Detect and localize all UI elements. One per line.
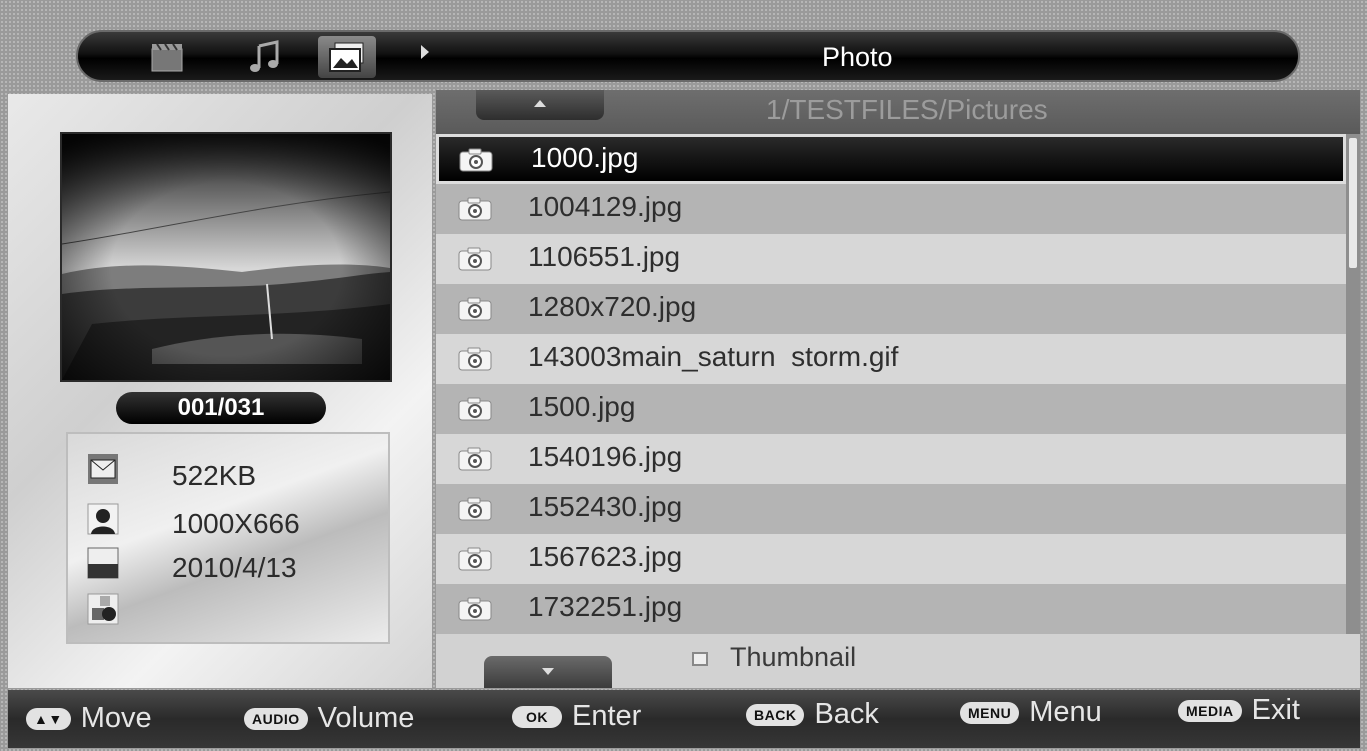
hint-menu: MENU Menu — [960, 696, 1102, 729]
list-bottom-bar: Thumbnail — [436, 634, 1360, 688]
scroll-down-button[interactable] — [484, 656, 612, 688]
menu-key-badge: MENU — [960, 701, 1020, 724]
audio-key-badge: AUDIO — [244, 707, 308, 730]
date-icon — [87, 547, 119, 579]
tab-arrow-right-icon — [421, 45, 429, 59]
photo-preview — [60, 132, 392, 382]
file-name: 1540196.jpg — [528, 441, 683, 472]
hint-volume: AUDIO Volume — [244, 702, 414, 735]
picture-icon — [329, 42, 364, 72]
ok-key-badge: OK — [512, 705, 562, 728]
photo-counter: 001/031 — [116, 392, 326, 424]
file-row[interactable]: 1540196.jpg — [436, 434, 1346, 484]
file-row[interactable]: 1732251.jpg — [436, 584, 1346, 634]
resolution-text: 1000X666 — [172, 508, 300, 539]
thumbnail-label: Thumbnail — [730, 642, 857, 672]
preview-image — [61, 134, 391, 380]
hint-exit: MEDIA Exit — [1178, 694, 1300, 727]
camera-icon — [458, 497, 492, 521]
file-size-icon — [88, 454, 118, 484]
movie-tab[interactable] — [138, 36, 196, 78]
file-row[interactable]: 1552430.jpg — [436, 484, 1346, 534]
preview-panel: 001/031 522KB 1000X666 2010/4/13 — [8, 94, 432, 688]
file-row[interactable]: 1000.jpg — [436, 134, 1346, 184]
hint-move: ▲▼ Move — [26, 702, 152, 735]
file-row[interactable]: 1004129.jpg — [436, 184, 1346, 234]
file-name: 1000.jpg — [531, 142, 639, 173]
file-name: 1106551.jpg — [528, 241, 681, 272]
back-label: Back — [814, 698, 879, 730]
hint-enter: OK Enter — [512, 700, 641, 733]
scrollbar[interactable] — [1346, 134, 1360, 634]
top-bar: Photo — [76, 30, 1300, 82]
move-label: Move — [80, 702, 152, 734]
file-name: 1567623.jpg — [528, 541, 683, 572]
exit-label: Exit — [1251, 694, 1300, 726]
file-name: 143003main_saturn storm.gif — [528, 341, 899, 372]
path-bar: 1/TESTFILES/Pictures — [436, 90, 1360, 134]
folder-path: 1/TESTFILES/Pictures — [766, 94, 1048, 125]
music-note-icon — [250, 40, 279, 72]
file-name: 1280x720.jpg — [528, 291, 697, 322]
hint-back: BACK Back — [746, 698, 879, 731]
file-name: 1500.jpg — [528, 391, 636, 422]
camera-icon — [459, 148, 493, 172]
camera-icon — [458, 547, 492, 571]
volume-label: Volume — [317, 702, 415, 734]
film-clapper-icon — [151, 43, 183, 72]
camera-icon — [458, 197, 492, 221]
scrollbar-thumb[interactable] — [1349, 138, 1357, 268]
camera-icon — [458, 447, 492, 471]
resolution-icon — [87, 503, 119, 535]
file-list: 1000.jpg 1004129.jpg 1106551.jpg 1280x720.j… — [436, 134, 1346, 634]
file-name: 1004129.jpg — [528, 191, 683, 222]
page-title: Photo — [822, 42, 893, 72]
photo-tab[interactable] — [318, 36, 376, 78]
thumbnail-checkbox[interactable] — [692, 652, 708, 666]
camera-icon — [458, 397, 492, 421]
camera-icon — [458, 347, 492, 371]
file-name: 1732251.jpg — [528, 591, 683, 622]
file-row[interactable]: 1567623.jpg — [436, 534, 1346, 584]
move-key-badge: ▲▼ — [26, 707, 71, 730]
menu-label: Menu — [1029, 696, 1102, 728]
file-name: 1552430.jpg — [528, 491, 683, 522]
media-key-badge: MEDIA — [1178, 699, 1242, 722]
enter-label: Enter — [572, 700, 642, 732]
scroll-up-button[interactable] — [476, 90, 604, 120]
file-info-box: 522KB 1000X666 2010/4/13 — [66, 432, 390, 644]
camera-icon — [458, 247, 492, 271]
file-size-text: 522KB — [172, 460, 257, 491]
camera-icon — [458, 297, 492, 321]
file-row[interactable]: 143003main_saturn storm.gif — [436, 334, 1346, 384]
date-text: 2010/4/13 — [172, 552, 297, 583]
file-type-icon — [87, 593, 119, 625]
music-tab[interactable] — [236, 36, 294, 78]
footer-hints: ▲▼ Move AUDIO Volume OK Enter BACK Back … — [8, 690, 1360, 748]
back-key-badge: BACK — [746, 703, 805, 726]
file-row[interactable]: 1500.jpg — [436, 384, 1346, 434]
file-row[interactable]: 1280x720.jpg — [436, 284, 1346, 334]
file-row[interactable]: 1106551.jpg — [436, 234, 1346, 284]
camera-icon — [458, 597, 492, 621]
